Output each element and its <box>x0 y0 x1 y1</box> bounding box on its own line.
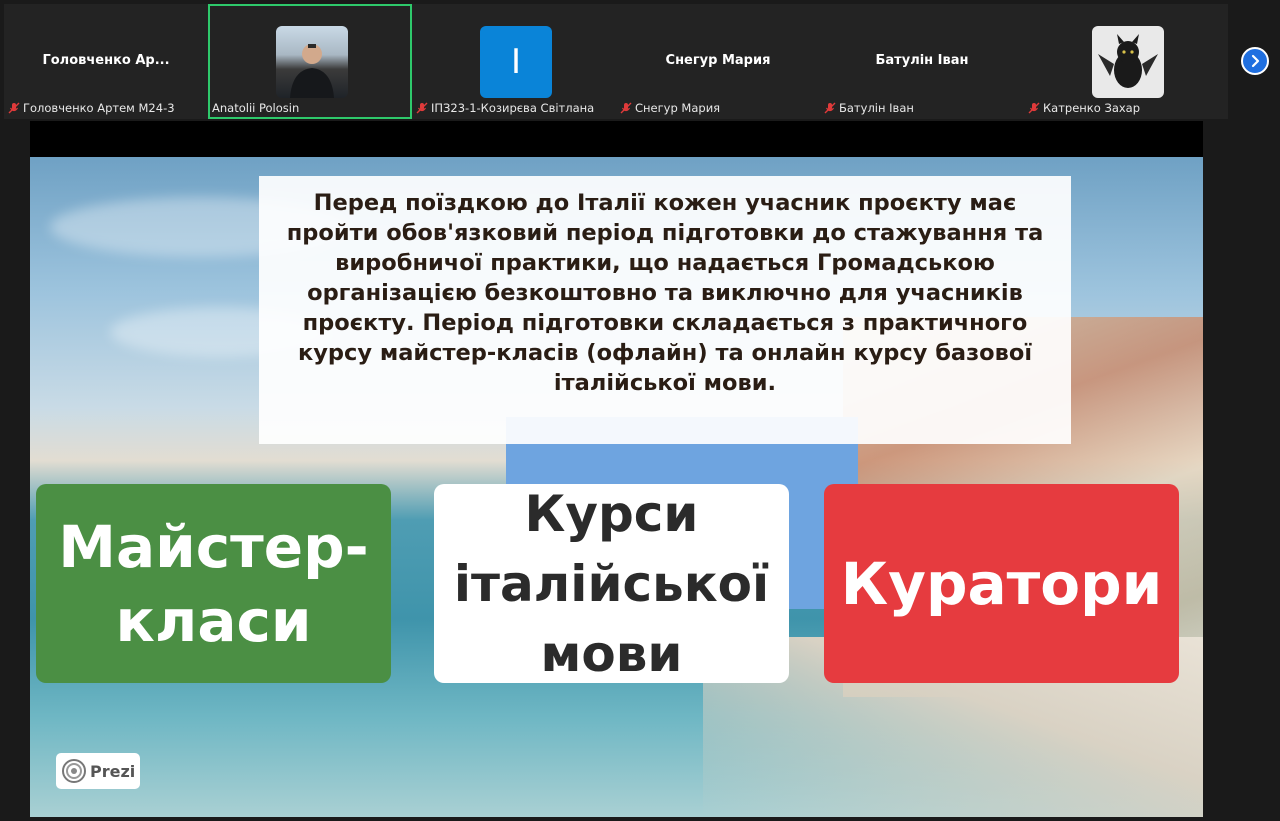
next-page-button[interactable] <box>1241 47 1269 75</box>
participant-label: Anatolii Polosin <box>212 101 299 115</box>
prezi-logo-icon <box>62 759 86 783</box>
participant-tile[interactable]: Катренко Захар <box>1024 4 1228 119</box>
presentation-slide: Перед поїздкою до Італії кожен учасник п… <box>30 157 1203 817</box>
participant-name: ІПЗ23-1-Козирєва Світлана <box>431 101 595 115</box>
participant-tile[interactable]: I ІПЗ23-1-Козирєва Світлана <box>412 4 616 119</box>
mic-muted-icon <box>620 102 632 114</box>
card-label: Майстер-класи <box>58 512 369 655</box>
participant-avatar <box>276 26 348 98</box>
participant-tile[interactable]: Головченко Ар... Головченко Артем М24-3 <box>4 4 208 119</box>
participant-tile[interactable]: Снегур Мария Снегур Мария <box>616 4 820 119</box>
participant-name: Батулін Іван <box>839 101 914 115</box>
card-label: Курси італійської мови <box>453 484 770 683</box>
participant-name: Катренко Захар <box>1043 101 1141 115</box>
participant-tile-active[interactable]: Anatolii Polosin <box>208 4 412 119</box>
participant-avatar: I <box>480 26 552 98</box>
participant-display-name: Батулін Іван <box>875 53 969 68</box>
card-italian-courses[interactable]: Курси італійської мови <box>434 484 789 683</box>
shared-screen: Перед поїздкою до Італії кожен учасник п… <box>30 121 1203 817</box>
participant-tile[interactable]: Батулін Іван Батулін Іван <box>820 4 1024 119</box>
prezi-badge[interactable]: Prezi <box>56 753 140 789</box>
participant-label: ІПЗ23-1-Козирєва Світлана <box>416 101 594 115</box>
participant-label: Катренко Захар <box>1028 101 1140 115</box>
participant-label: Батулін Іван <box>824 101 914 115</box>
mic-muted-icon <box>1028 102 1040 114</box>
participant-avatar <box>1092 26 1164 98</box>
participant-name: Головченко Артем М24-3 <box>23 101 175 115</box>
mic-muted-icon <box>416 102 428 114</box>
card-master-classes[interactable]: Майстер-класи <box>36 484 391 683</box>
slide-paragraph: Перед поїздкою до Італії кожен учасник п… <box>286 190 1044 396</box>
participant-label: Снегур Мария <box>620 101 720 115</box>
mic-muted-icon <box>824 102 836 114</box>
participant-name: Anatolii Polosin <box>212 101 300 115</box>
card-label: Куратори <box>840 549 1163 618</box>
participant-display-name: Снегур Мария <box>665 53 771 68</box>
mic-muted-icon <box>8 102 20 114</box>
participant-strip: Головченко Ар... Головченко Артем М24-3 … <box>4 4 1228 119</box>
chevron-right-icon <box>1251 54 1260 68</box>
card-curators[interactable]: Куратори <box>824 484 1179 683</box>
prezi-label: Prezi <box>90 761 136 781</box>
participant-display-name: Головченко Ар... <box>42 53 170 68</box>
participant-label: Головченко Артем М24-3 <box>8 101 175 115</box>
participant-name: Снегур Мария <box>635 101 721 115</box>
slide-text-box: Перед поїздкою до Італії кожен учасник п… <box>259 176 1071 444</box>
